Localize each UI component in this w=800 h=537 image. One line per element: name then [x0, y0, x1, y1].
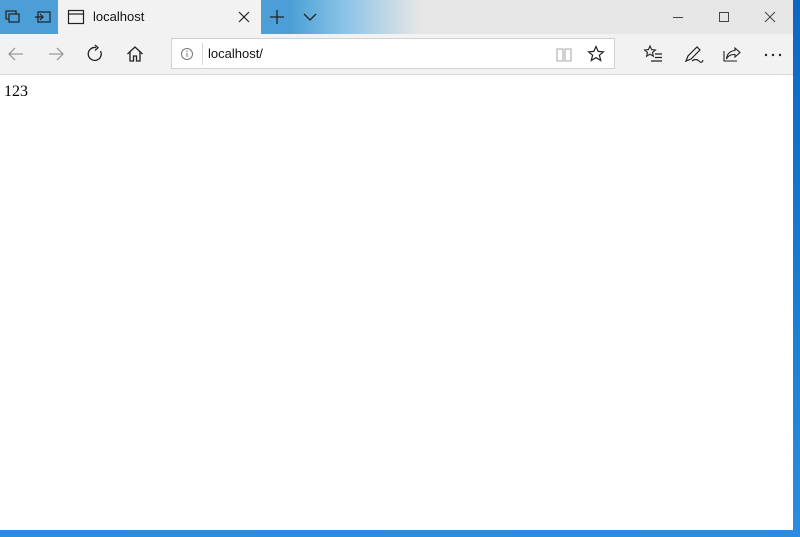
chevron-down-icon[interactable]: [300, 7, 320, 27]
address-input[interactable]: localhost/: [208, 46, 263, 61]
close-window-icon[interactable]: [760, 7, 780, 27]
close-icon[interactable]: [234, 7, 254, 27]
plus-icon[interactable]: [267, 7, 287, 27]
more-icon[interactable]: [762, 43, 784, 65]
forward-arrow-icon[interactable]: [45, 43, 67, 65]
set-aside-tabs-icon[interactable]: [33, 7, 53, 27]
tab-localhost[interactable]: localhost: [58, 0, 261, 34]
browser-window: localhost localhost/ 123: [0, 0, 793, 530]
address-separator: [202, 43, 203, 65]
navigation-bar: localhost/: [0, 34, 793, 75]
star-icon[interactable]: [586, 44, 606, 64]
pen-icon[interactable]: [682, 43, 704, 65]
share-icon[interactable]: [721, 43, 743, 65]
book-icon[interactable]: [554, 45, 574, 65]
maximize-icon[interactable]: [714, 7, 734, 27]
page-content: 123: [0, 75, 793, 530]
page-text: 123: [4, 83, 28, 100]
minimize-icon[interactable]: [668, 7, 688, 27]
back-arrow-icon[interactable]: [5, 43, 27, 65]
tab-title: localhost: [93, 9, 145, 24]
home-icon[interactable]: [124, 43, 146, 65]
address-bar[interactable]: localhost/: [171, 38, 615, 69]
title-bar: localhost: [0, 0, 793, 34]
page-icon: [66, 7, 86, 27]
tab-actions-icon[interactable]: [3, 7, 23, 27]
favorites-list-icon[interactable]: [642, 43, 664, 65]
info-icon[interactable]: [179, 45, 195, 61]
refresh-icon[interactable]: [84, 43, 106, 65]
